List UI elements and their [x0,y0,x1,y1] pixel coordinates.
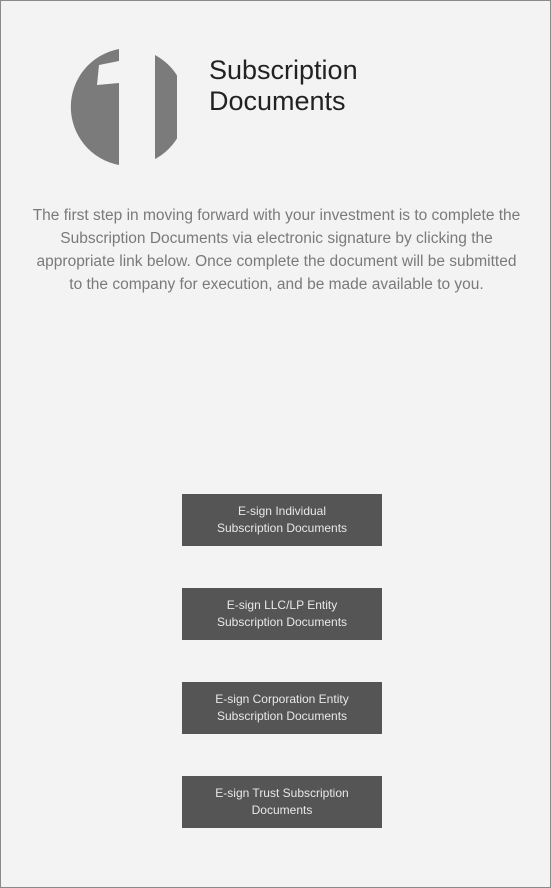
esign-corporation-button[interactable]: E-sign Corporation Entity Subscription D… [182,682,382,734]
button-label: E-sign Individual Subscription Documents [217,503,347,537]
button-label-line-1: E-sign LLC/LP Entity [226,598,338,612]
button-label-line-1: E-sign Individual [237,504,327,518]
button-label-line-1: E-sign Trust Subscription [215,786,349,800]
esign-individual-button[interactable]: E-sign Individual Subscription Documents [182,494,382,546]
page-title: Subscription Documents [209,55,509,117]
esign-llc-lp-button[interactable]: E-sign LLC/LP Entity Subscription Docume… [182,588,382,640]
button-label-line-2: Documents [251,803,313,817]
button-label: E-sign LLC/LP Entity Subscription Docume… [217,597,347,631]
page-title-line-1: Subscription [209,55,358,85]
button-label-line-2: Subscription Documents [216,709,348,723]
button-label: E-sign Trust Subscription Documents [215,785,348,819]
button-label: E-sign Corporation Entity Subscription D… [215,691,348,725]
step-one-icon [70,49,177,165]
esign-trust-button[interactable]: E-sign Trust Subscription Documents [182,776,382,828]
button-label-line-2: Subscription Documents [216,521,348,535]
intro-paragraph: The first step in moving forward with yo… [32,207,521,293]
button-label-line-1: E-sign Corporation Entity [215,692,349,706]
esign-button-group: E-sign Individual Subscription Documents… [182,494,382,828]
page-title-line-2: Documents [209,86,346,116]
page-frame: Subscription Documents The first step in… [0,0,551,888]
button-label-line-2: Subscription Documents [216,615,348,629]
